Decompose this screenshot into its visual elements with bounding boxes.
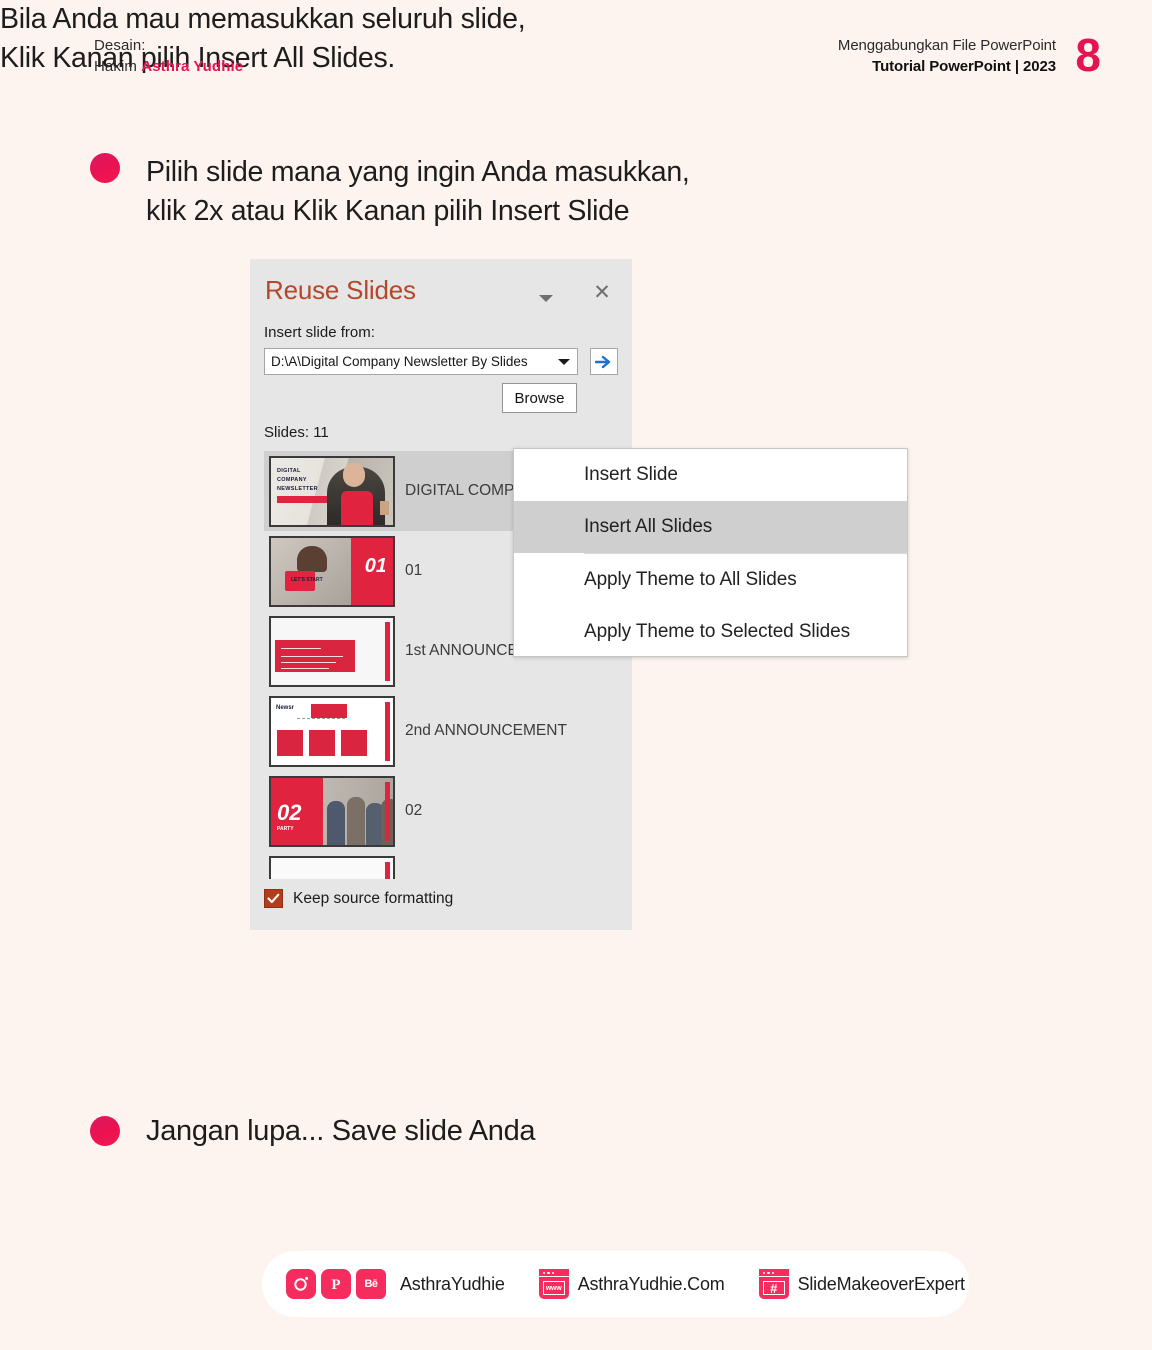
slide-thumbnail[interactable]: LET'S START 01: [269, 535, 395, 607]
thumb-title-line-2: COMPANY: [277, 476, 307, 483]
hashtag-group: # SlideMakeoverExpert: [758, 1269, 965, 1299]
thumb-title-line-1: DIGITAL: [277, 467, 301, 474]
go-arrow-button[interactable]: [590, 348, 618, 375]
source-path-value: D:\A\Digital Company Newsletter By Slide…: [271, 354, 528, 369]
chevron-down-icon[interactable]: [539, 295, 553, 302]
slide-thumbnail-art: LET'S START 01: [271, 537, 393, 605]
bullet-dot-icon: [90, 153, 120, 183]
slide-thumbnail[interactable]: 02 PARTY: [269, 775, 395, 847]
thumb-number: 01: [364, 554, 387, 577]
slide-caption: 02: [405, 802, 423, 819]
social-group: P Bē AsthraYudhie: [286, 1269, 505, 1299]
thumb-accent-bar: [385, 781, 390, 841]
thumb-accent-bar: [385, 541, 390, 601]
designer-name-line: Hakim Asthra Yudhie: [94, 57, 243, 78]
checkmark-icon: [267, 893, 280, 904]
keep-source-formatting-label: Keep source formatting: [293, 889, 454, 907]
designer-label: Desain:: [94, 37, 146, 54]
pinterest-icon[interactable]: P: [321, 1269, 351, 1299]
designer-first-name: Hakim: [94, 57, 142, 75]
hashtag-glyph: #: [762, 1281, 785, 1296]
website-url: AsthraYudhie.Com: [577, 1273, 725, 1294]
step-two-block: Jangan lupa... Save slide Anda: [90, 1111, 536, 1151]
thumb-accent-bar: [385, 621, 390, 681]
thumb-subtitle: LET'S START: [291, 576, 323, 583]
slide-thumbnail[interactable]: [269, 615, 395, 687]
svg-text:P: P: [331, 1277, 340, 1293]
header-series: Tutorial PowerPoint | 2023: [872, 57, 1056, 75]
source-path-combobox[interactable]: D:\A\Digital Company Newsletter By Slide…: [264, 348, 578, 375]
thumb-title-line-3: NEWSLETTER: [277, 485, 318, 492]
arrow-right-icon: [595, 355, 611, 368]
list-item[interactable]: [264, 851, 618, 879]
step-one-block: Pilih slide mana yang ingin Anda masukka…: [90, 153, 690, 232]
step-one-line-1: Pilih slide mana yang ingin Anda masukka…: [146, 156, 690, 188]
header-topic: Menggabungkan File PowerPoint: [837, 37, 1056, 54]
instagram-glyph: [294, 1276, 309, 1291]
bullet-dot-icon: [90, 1116, 120, 1146]
menu-item-apply-theme-selected-slides[interactable]: Apply Theme to Selected Slides: [514, 606, 907, 658]
browse-button[interactable]: Browse: [502, 383, 577, 413]
menu-item-apply-theme-all-slides[interactable]: Apply Theme to All Slides: [514, 554, 907, 606]
keep-source-formatting-row[interactable]: Keep source formatting: [264, 889, 453, 908]
social-handle: AsthraYudhie: [400, 1273, 505, 1294]
combobox-chevron-down-icon[interactable]: [551, 358, 577, 365]
slide-thumbnail-art: [271, 857, 393, 879]
menu-item-insert-slide[interactable]: Insert Slide: [514, 449, 907, 501]
footer-bar: P Bē AsthraYudhie www AsthraYudhie.Com #…: [262, 1251, 969, 1317]
list-item[interactable]: Newsr 2nd ANNOUNCEMENT: [264, 691, 618, 771]
page-number: 8: [1075, 29, 1101, 81]
pinterest-glyph: P: [331, 1277, 340, 1293]
browser-hashtag-icon[interactable]: #: [758, 1269, 789, 1299]
close-icon[interactable]: ✕: [591, 282, 613, 304]
slide-thumbnail[interactable]: DIGITAL COMPANY NEWSLETTER: [269, 455, 395, 527]
hashtag-label: SlideMakeoverExpert: [797, 1273, 965, 1294]
thumb-accent-bar: [385, 701, 390, 761]
note-line-1: Bila Anda mau memasukkan seluruh slide,: [0, 3, 526, 35]
step-one-line-2: klik 2x atau Klik Kanan pilih Insert Sli…: [146, 195, 630, 228]
list-item[interactable]: 02 PARTY 02: [264, 771, 618, 851]
slide-thumbnail-art: Newsr: [271, 697, 393, 765]
instagram-icon[interactable]: [286, 1269, 316, 1299]
thumb-subtitle: PARTY: [277, 825, 294, 832]
panel-title: Reuse Slides: [265, 275, 416, 305]
slide-thumbnail-art: [271, 617, 393, 685]
step-two-text: Jangan lupa... Save slide Anda: [146, 1115, 536, 1147]
slide-thumbnail[interactable]: Newsr: [269, 695, 395, 767]
slide-caption: DIGITAL COMP: [405, 482, 515, 499]
slide-thumbnail[interactable]: [269, 855, 395, 879]
insert-slide-from-label: Insert slide from:: [264, 324, 375, 341]
menu-item-insert-all-slides[interactable]: Insert All Slides: [514, 501, 907, 553]
browser-www-icon[interactable]: www: [538, 1269, 569, 1299]
slide-thumbnail-art: 02 PARTY: [271, 777, 393, 845]
header-topic-block: Menggabungkan File PowerPoint Tutorial P…: [838, 36, 1056, 77]
behance-glyph: Bē: [364, 1278, 378, 1290]
thumb-accent-bar: [385, 861, 390, 879]
context-menu[interactable]: Insert Slide Insert All Slides Apply The…: [513, 448, 908, 657]
slides-count-label: Slides: 11: [264, 424, 329, 441]
keep-source-formatting-checkbox[interactable]: [264, 889, 283, 908]
www-glyph: www: [542, 1281, 565, 1295]
slide-caption: 2nd ANNOUNCEMENT: [405, 722, 567, 739]
behance-icon[interactable]: Bē: [356, 1269, 386, 1299]
designer-full-name: Asthra Yudhie: [141, 57, 244, 75]
thumb-headline: Newsr: [276, 704, 295, 711]
slide-thumbnail-art: DIGITAL COMPANY NEWSLETTER: [271, 457, 393, 525]
website-group: www AsthraYudhie.Com: [538, 1269, 725, 1299]
thumb-number: 02: [277, 799, 302, 825]
slide-caption: 01: [405, 562, 423, 579]
designer-credit: Desain: Hakim Asthra Yudhie: [94, 36, 243, 77]
step-one-text: Pilih slide mana yang ingin Anda masukka…: [146, 153, 690, 232]
